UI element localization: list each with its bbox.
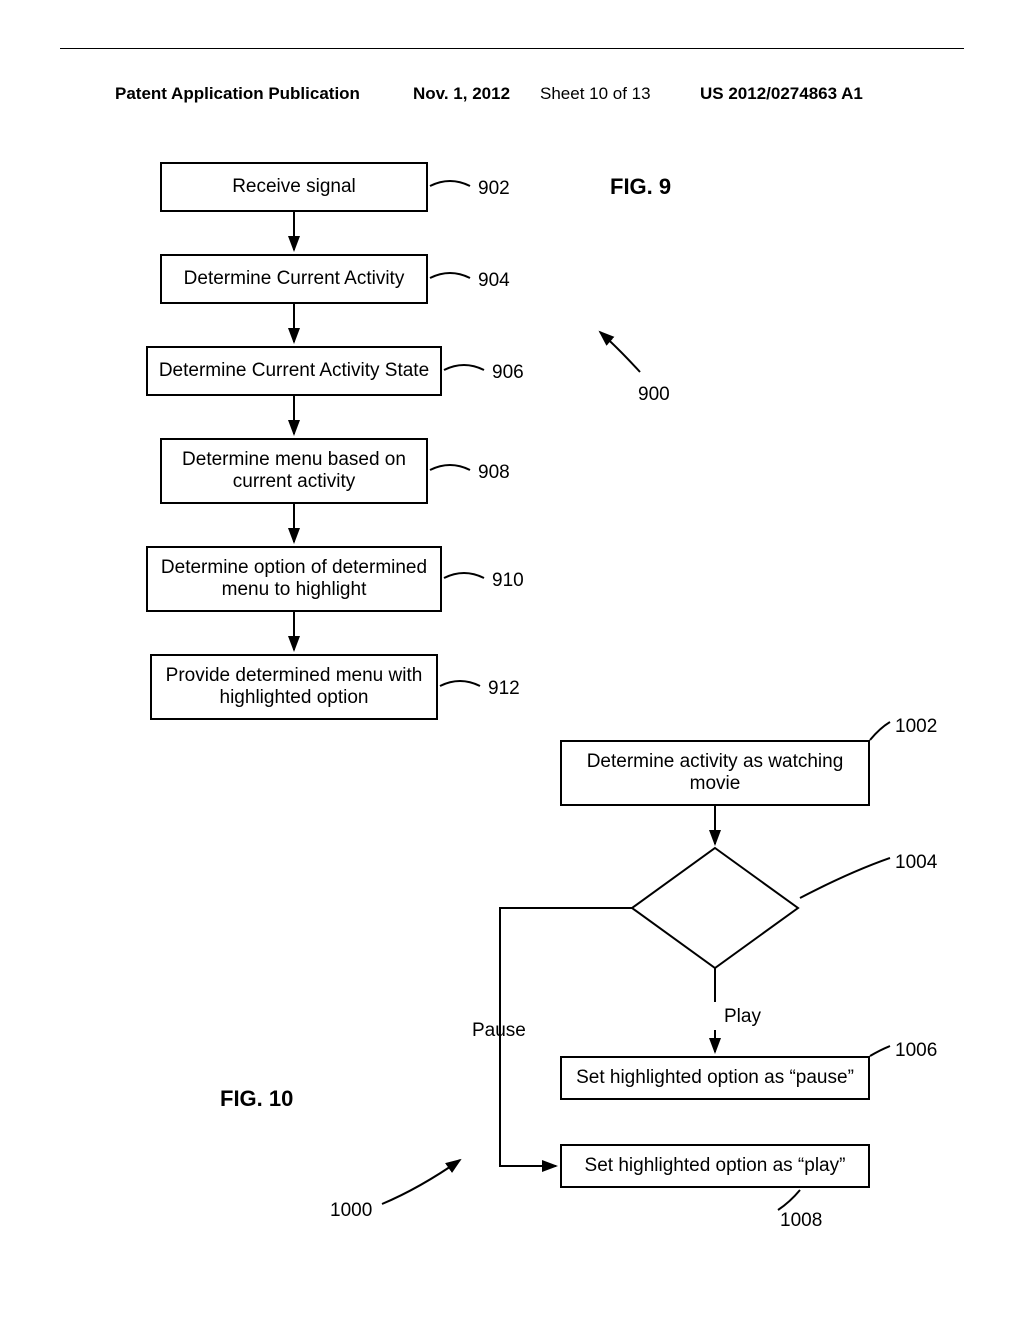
flow-step-label: Determine option of determined menu to h…: [156, 557, 432, 601]
flow-step-label: Determine Current Activity State: [159, 360, 429, 382]
leader-912: [440, 681, 480, 686]
branch-label-pause: Pause: [472, 1020, 526, 1042]
ref-num-908: 908: [478, 462, 510, 484]
leader-1004: [800, 858, 890, 898]
flow-step-1006: Set highlighted option as “pause”: [560, 1056, 870, 1100]
header-sheet: Sheet 10 of 13: [540, 84, 651, 104]
flow-step-906: Determine Current Activity State: [146, 346, 442, 396]
branch-label-play: Play: [724, 1006, 761, 1028]
ref-num-1008: 1008: [780, 1210, 822, 1232]
figure-10-title: FIG. 10: [220, 1086, 293, 1112]
leader-904: [430, 273, 470, 278]
ref-num-1004: 1004: [895, 852, 937, 874]
flow-step-label: Receive signal: [232, 176, 356, 198]
header-rule: [60, 48, 964, 49]
flow-step-label: Set highlighted option as “pause”: [576, 1067, 854, 1089]
flow-step-902: Receive signal: [160, 162, 428, 212]
flow-step-label: Set highlighted option as “play”: [585, 1155, 846, 1177]
leader-1006: [870, 1046, 890, 1056]
flow-step-1002: Determine activity as watching movie: [560, 740, 870, 806]
ref-num-902: 902: [478, 178, 510, 200]
header-publication: Patent Application Publication: [115, 84, 360, 104]
leader-902: [430, 181, 470, 186]
leader-900: [600, 332, 640, 372]
leader-906: [444, 365, 484, 370]
flow-step-1008: Set highlighted option as “play”: [560, 1144, 870, 1188]
leader-1000: [382, 1160, 460, 1204]
flow-step-904: Determine Current Activity: [160, 254, 428, 304]
ref-num-904: 904: [478, 270, 510, 292]
leader-1002: [870, 722, 890, 740]
flow-step-label: Determine menu based on current activity: [170, 449, 418, 493]
header-pubnumber: US 2012/0274863 A1: [700, 84, 863, 104]
ref-num-900: 900: [638, 384, 670, 406]
ref-num-912: 912: [488, 678, 520, 700]
leader-1008: [778, 1190, 800, 1210]
header-date: Nov. 1, 2012: [413, 84, 510, 104]
ref-num-1002: 1002: [895, 716, 937, 738]
leader-910: [444, 573, 484, 578]
page-header: Patent Application Publication Nov. 1, 2…: [0, 84, 1024, 108]
ref-num-910: 910: [492, 570, 524, 592]
flow-step-908: Determine menu based on current activity: [160, 438, 428, 504]
flow-step-label: Determine activity as watching movie: [570, 751, 860, 795]
flow-step-label: Determine Current Activity: [184, 268, 405, 290]
ref-num-1000: 1000: [330, 1200, 372, 1222]
flow-step-912: Provide determined menu with highlighted…: [150, 654, 438, 720]
ref-num-1006: 1006: [895, 1040, 937, 1062]
leader-908: [430, 465, 470, 470]
flow-step-label: Provide determined menu with highlighted…: [160, 665, 428, 709]
flow-step-910: Determine option of determined menu to h…: [146, 546, 442, 612]
figure-9-title: FIG. 9: [610, 174, 671, 200]
flow-decision-1004-text: State of movie watching?: [645, 888, 785, 932]
ref-num-906: 906: [492, 362, 524, 384]
